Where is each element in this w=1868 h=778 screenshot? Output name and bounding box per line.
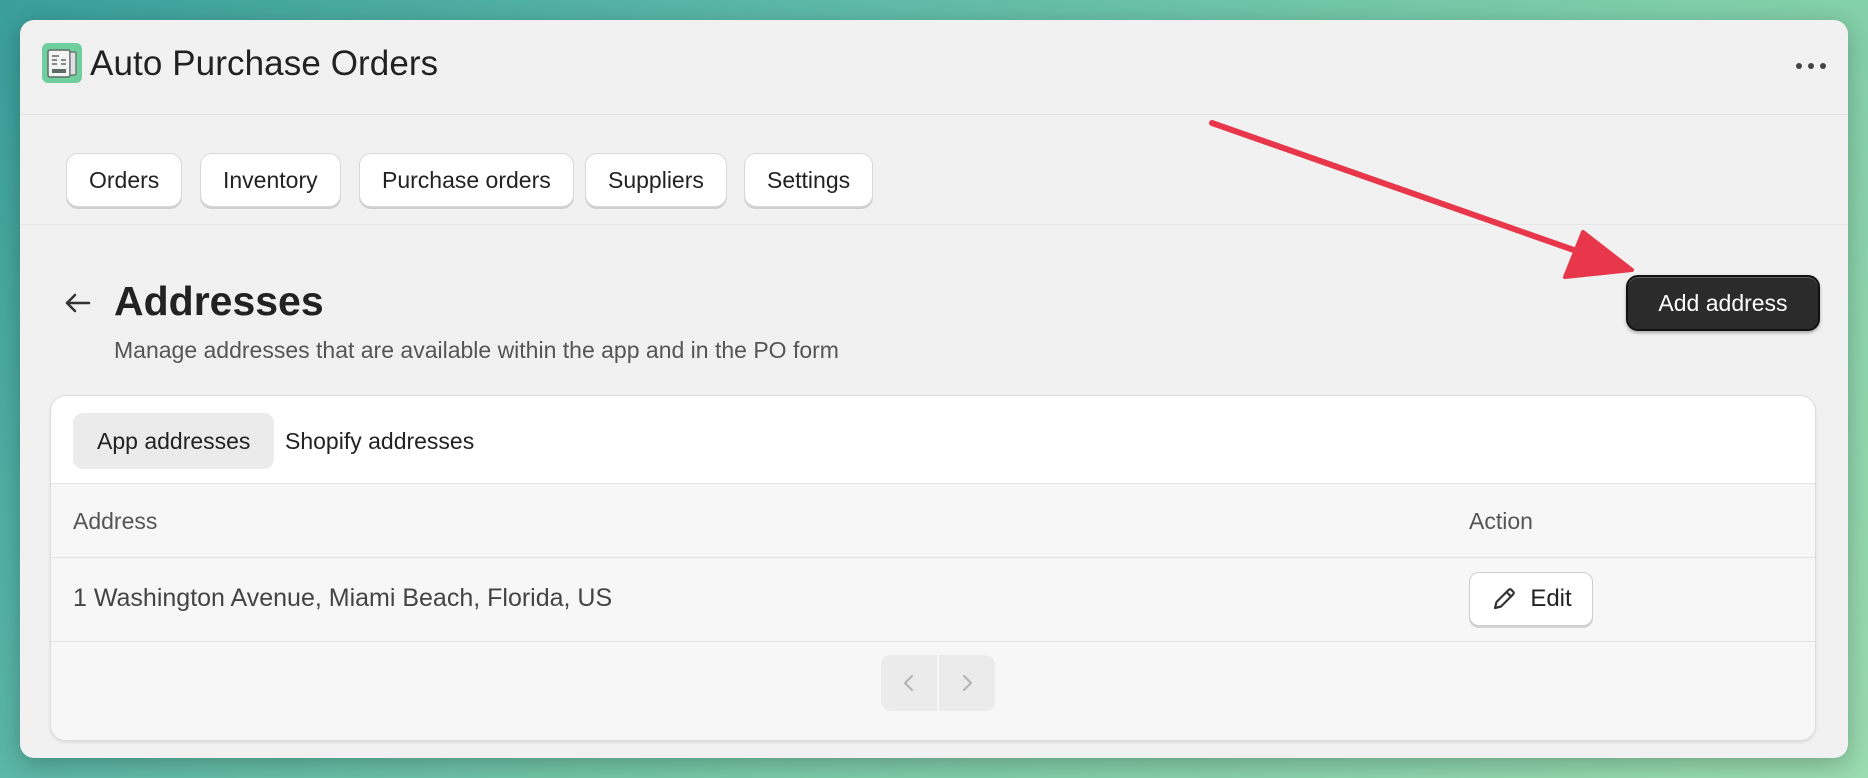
address-tabs: App addresses Shopify addresses	[51, 396, 1815, 484]
page-header: Addresses Manage addresses that are avai…	[20, 225, 1848, 395]
edit-button-label: Edit	[1530, 585, 1572, 612]
app-window: Auto Purchase Orders Orders Inventory Pu…	[20, 20, 1848, 758]
chevron-left-icon	[903, 674, 914, 692]
next-page-button[interactable]	[939, 655, 995, 711]
tab-shopify-addresses[interactable]: Shopify addresses	[261, 413, 498, 469]
nav-orders-button[interactable]: Orders	[66, 153, 183, 207]
tab-app-addresses[interactable]: App addresses	[73, 413, 275, 469]
pencil-icon	[1494, 588, 1516, 610]
nav-settings-button[interactable]: Settings	[744, 153, 874, 207]
back-arrow-icon[interactable]	[62, 287, 94, 319]
page-subtitle: Manage addresses that are available with…	[114, 337, 839, 363]
top-navigation: Orders Inventory Purchase orders Supplie…	[20, 115, 1848, 225]
column-header-address: Address	[73, 508, 158, 534]
page-title: Addresses	[114, 278, 324, 324]
app-logo-icon	[42, 43, 82, 83]
column-header-action: Action	[1469, 508, 1533, 534]
addresses-card: App addresses Shopify addresses Address …	[50, 395, 1816, 741]
more-options-icon[interactable]	[1796, 60, 1826, 72]
add-address-button[interactable]: Add address	[1626, 275, 1820, 331]
title-bar: Auto Purchase Orders	[20, 20, 1848, 115]
table-row: 1 Washington Avenue, Miami Beach, Florid…	[51, 558, 1815, 642]
previous-page-button[interactable]	[881, 655, 937, 711]
pagination	[881, 655, 995, 711]
nav-inventory-button[interactable]: Inventory	[200, 153, 341, 207]
edit-button[interactable]: Edit	[1469, 572, 1593, 626]
address-cell: 1 Washington Avenue, Miami Beach, Florid…	[73, 584, 613, 612]
nav-suppliers-button[interactable]: Suppliers	[585, 153, 727, 207]
pagination-area	[51, 642, 1815, 740]
app-title: Auto Purchase Orders	[90, 44, 439, 83]
nav-purchase-orders-button[interactable]: Purchase orders	[359, 153, 574, 207]
chevron-right-icon	[962, 674, 973, 692]
table-header: Address Action	[51, 484, 1815, 558]
